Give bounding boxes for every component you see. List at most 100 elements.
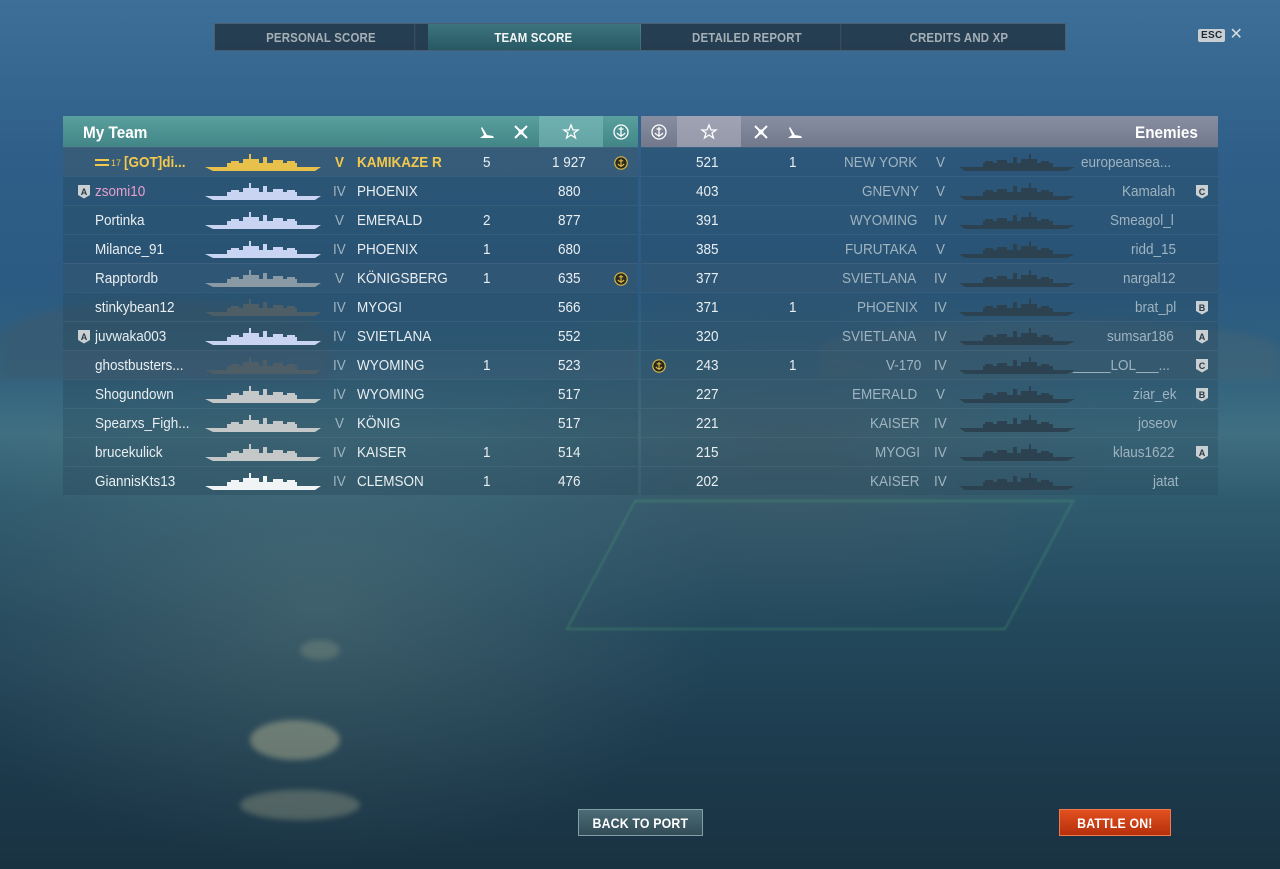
score-cell: 680	[539, 235, 603, 264]
kills-cell: 1	[473, 351, 501, 380]
score-cell: 517	[539, 409, 603, 438]
tab-detailed-report[interactable]: DETAILED REPORT	[653, 24, 841, 50]
rank-number: 17	[111, 157, 122, 168]
ship-silhouette-icon	[959, 240, 1075, 258]
rank-badge: 17	[95, 158, 121, 168]
base-xp-score: 215	[696, 444, 720, 461]
tier-cell: IV	[927, 206, 955, 235]
score-cell: 523	[539, 351, 603, 380]
enemy-row[interactable]: 215 MYOGI IV klaus1622 A	[641, 437, 1218, 466]
ship-name-cell: KAISER	[801, 409, 925, 438]
ship-silhouette-icon	[959, 356, 1075, 374]
ship-tier: IV	[933, 270, 947, 287]
my-team-row[interactable]: Milance_91 IV PHOENIX 1 680	[63, 234, 638, 263]
enemy-row[interactable]: 202 KAISER IV jatat	[641, 466, 1218, 495]
my-team-row[interactable]: Shogundown IV WYOMING 517	[63, 379, 638, 408]
ship-image-cell	[957, 322, 1077, 351]
player-name: _____LOL___...	[1073, 357, 1171, 374]
ship-tier: IV	[933, 212, 947, 229]
my-team-row[interactable]: stinkybean12 IV MYOGI 566	[63, 292, 638, 321]
base-xp-score: 243	[696, 357, 720, 374]
my-team-row[interactable]: ghostbusters... IV WYOMING 1 523	[63, 350, 638, 379]
tier-cell: IV	[325, 177, 355, 206]
base-xp-score: 391	[696, 212, 720, 229]
ship-image-cell	[203, 148, 323, 177]
score-cell: 517	[539, 380, 603, 409]
ship-tier: IV	[332, 299, 346, 316]
ship-name-cell: GNEVNY	[801, 177, 925, 206]
enemy-row[interactable]: 377 SVIETLANA IV nargal12	[641, 263, 1218, 292]
tier-cell: IV	[927, 467, 955, 496]
player-name-cell: 17 [GOT]di...	[95, 148, 205, 177]
ship-silhouette-icon	[959, 298, 1075, 316]
tier-cell: IV	[927, 351, 955, 380]
ship-silhouette-icon	[205, 472, 321, 490]
ship-tier: IV	[933, 299, 947, 316]
player-name-cell: Smeagol_l	[1071, 206, 1181, 235]
kills-cell: 5	[473, 148, 501, 177]
my-team-row[interactable]: brucekulick IV KAISER 1 514	[63, 437, 638, 466]
ship-image-cell	[957, 264, 1077, 293]
close-button[interactable]: ESC ✕	[1198, 27, 1243, 43]
ship-silhouette-icon	[959, 472, 1075, 490]
tier-cell: V	[325, 206, 355, 235]
base-xp-score: 877	[558, 212, 582, 229]
player-name: Milance_91	[95, 241, 165, 258]
my-team-row[interactable]: Spearxs_Figh... V KÖNIG 517	[63, 408, 638, 437]
player-name: Kamalah	[1121, 183, 1176, 200]
enemies-header: Enemies	[641, 116, 1218, 147]
kills-count: 5	[482, 154, 491, 171]
player-name: Rapptordb	[95, 270, 159, 287]
tab-team-score[interactable]: TEAM SCORE	[427, 24, 641, 50]
ship-name-cell: SVIETLANA	[801, 264, 925, 293]
score-cell: 880	[539, 177, 603, 206]
my-team-row[interactable]: Portinka V EMERALD 2 877	[63, 205, 638, 234]
my-team-row[interactable]: GiannisKts13 IV CLEMSON 1 476	[63, 466, 638, 495]
tier-cell: V	[325, 148, 355, 177]
enemy-row[interactable]: 243 1 V-170 IV _____LOL___... C	[641, 350, 1218, 379]
tab-personal-score[interactable]: PERSONAL SCORE	[228, 24, 415, 50]
player-name-cell: Spearxs_Figh...	[95, 409, 205, 438]
my-team-row[interactable]: 17 [GOT]di... V KAMIKAZE R 5 1 927	[63, 147, 638, 176]
ship-silhouette-icon	[205, 298, 321, 316]
esc-key-hint: ESC	[1198, 28, 1226, 42]
enemy-row[interactable]: 227 EMERALD Vziar_ek B	[641, 379, 1218, 408]
ship-silhouette-icon	[959, 327, 1075, 345]
enemy-row[interactable]: 371 1 PHOENIX IV brat_pl B	[641, 292, 1218, 321]
player-name: brat_pl	[1135, 299, 1177, 316]
battle-on-button[interactable]: BATTLE ON!	[1059, 809, 1171, 836]
enemy-row[interactable]: 385 FURUTAKA Vridd_15	[641, 234, 1218, 263]
ship-name: KAISER	[869, 473, 920, 490]
battle-on-label: BATTLE ON!	[1077, 814, 1153, 831]
ship-silhouette-icon	[959, 414, 1075, 432]
planes-destroyed-icon	[749, 116, 773, 147]
enemy-row[interactable]: 391 WYOMING IV Smeagol_l	[641, 205, 1218, 234]
enemy-row[interactable]: 221 KAISER IV joseov	[641, 408, 1218, 437]
back-to-port-button[interactable]: BACK TO PORT	[578, 809, 703, 836]
ship-name: MYOGI	[874, 444, 920, 461]
base-xp-score: 385	[696, 241, 720, 258]
kills-count: 1	[788, 299, 797, 316]
base-xp-score: 566	[558, 299, 582, 316]
anchor-cell	[603, 148, 639, 177]
enemy-row[interactable]: 320 SVIETLANA IV sumsar186 A	[641, 321, 1218, 350]
my-team-row[interactable]: Rapptordb V KÖNIGSBERG 1 635	[63, 263, 638, 292]
my-team-row[interactable]: Azsomi10 IV PHOENIX 880	[63, 176, 638, 205]
ship-name: WYOMING	[357, 357, 425, 374]
ship-image-cell	[203, 206, 323, 235]
kills-count: 1	[482, 444, 491, 461]
enemy-row[interactable]: 403 GNEVNY V Kamalah C	[641, 176, 1218, 205]
base-xp-score: 371	[696, 299, 720, 316]
tab-credits-and-xp[interactable]: CREDITS AND XP	[866, 24, 1052, 50]
kills-cell	[473, 322, 501, 351]
player-name: jatat	[1152, 473, 1179, 490]
base-xp-score: 377	[696, 270, 720, 287]
base-xp-score: 227	[696, 386, 720, 403]
enemy-row[interactable]: 521 1 NEW YORK Veuropeansea...	[641, 147, 1218, 176]
my-team-row[interactable]: Ajuvwaka003 IV SVIETLANA 552	[63, 321, 638, 350]
division-cell: A	[77, 322, 91, 351]
player-name: nargal12	[1122, 270, 1176, 287]
player-name: brucekulick	[95, 444, 163, 461]
player-name-cell: klaus1622	[1071, 438, 1181, 467]
ship-tier: IV	[332, 357, 346, 374]
